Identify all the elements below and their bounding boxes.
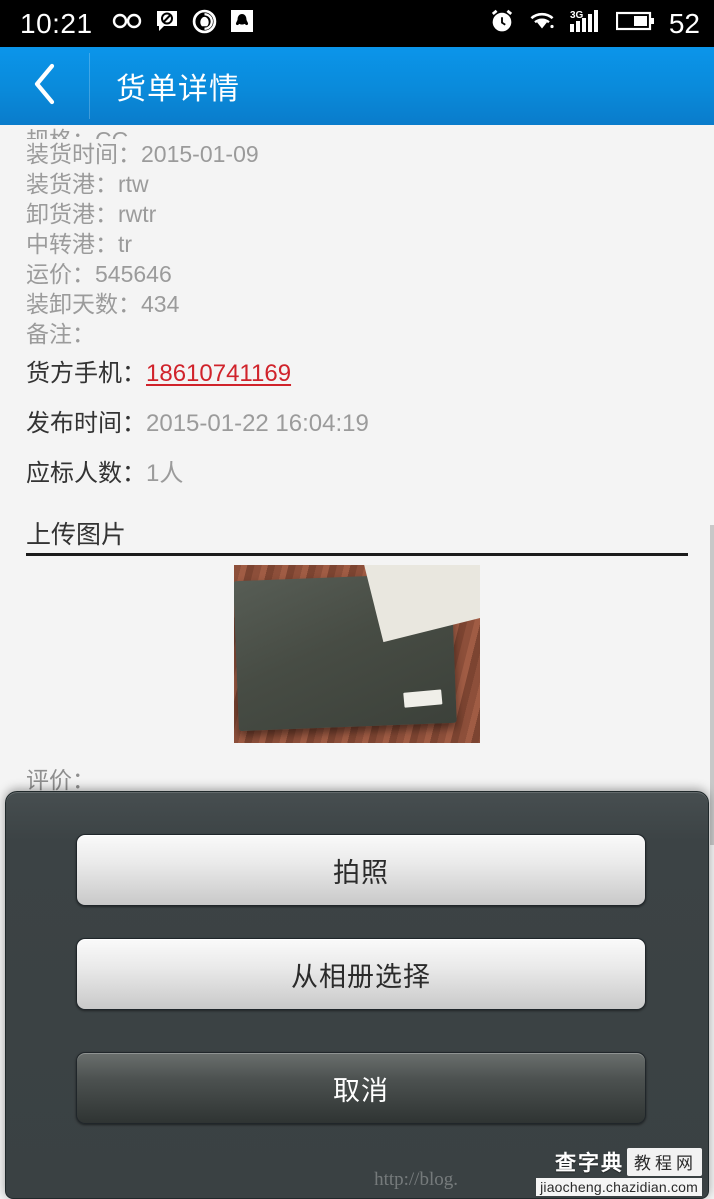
- app-bar: 货单详情: [0, 47, 714, 125]
- infinity-icon: [112, 10, 142, 37]
- detail-label: 运价：: [26, 261, 95, 287]
- wifi-icon: [528, 9, 556, 38]
- phone-number-link[interactable]: 18610741169: [146, 360, 291, 387]
- status-bar: 10:21 3G 52: [0, 0, 714, 47]
- detail-row: 装货时间：2015-01-09: [26, 139, 688, 169]
- svg-text:3G: 3G: [570, 10, 584, 21]
- battery-percent-label: 52: [668, 7, 700, 39]
- uploaded-photo-thumbnail[interactable]: [234, 565, 480, 743]
- status-bar-clock: 10:21: [20, 7, 93, 39]
- upload-section-title: 上传图片: [26, 515, 127, 556]
- detail-row: 中转港：tr: [26, 229, 688, 259]
- status-bar-system-icons: 3G 52: [489, 8, 700, 39]
- detail-row: 装卸天数：434: [26, 289, 688, 319]
- watermark-logo: 查字典 教程网: [555, 1147, 702, 1177]
- signal-3g-icon: 3G: [569, 8, 603, 39]
- uploaded-photo-container[interactable]: [0, 565, 714, 743]
- detail-label: 装卸天数：: [26, 291, 141, 317]
- detail-row: 备注：: [26, 319, 688, 349]
- detail-row: 卸货港：rwtr: [26, 199, 688, 229]
- choose-from-album-button[interactable]: 从相册选择: [76, 938, 646, 1010]
- detail-row: 装货港：rtw: [26, 169, 688, 199]
- rating-label: 评价：: [26, 767, 95, 793]
- detail-label: 中转港：: [26, 231, 118, 257]
- watermark: 查字典 教程网 jiaocheng.chazidian.com: [536, 1147, 702, 1196]
- laptop-label-sticker: [403, 689, 443, 708]
- detail-row-phone: 货方手机：18610741169: [26, 349, 688, 399]
- detail-value: 545646: [95, 261, 172, 287]
- watermark-blog-url: http://blog.: [374, 1169, 458, 1190]
- cancel-button[interactable]: 取消: [76, 1052, 646, 1124]
- detail-label: 规格：: [26, 127, 95, 139]
- detail-value: 2015-01-09: [141, 141, 259, 167]
- photo-source-dialog: 拍照 从相册选择 取消 http://blog. 查字典 教程网 jiaoche…: [5, 791, 709, 1199]
- detail-label: 发布时间：: [26, 410, 146, 437]
- detail-value: CC: [95, 127, 128, 139]
- detail-value: tr: [118, 231, 133, 257]
- detail-label: 卸货港：: [26, 201, 118, 227]
- status-bar-notification-icons: [112, 9, 254, 39]
- detail-row-bidder-count: 应标人数：1人: [26, 449, 688, 499]
- chevron-left-icon: [30, 62, 60, 111]
- detail-row-publish-time: 发布时间：2015-01-22 16:04:19: [26, 399, 688, 449]
- laptop-badge-sticker: [421, 582, 440, 601]
- detail-value: rtw: [118, 171, 149, 197]
- detail-label: 装货港：: [26, 171, 118, 197]
- detail-label: 装货时间：: [26, 141, 141, 167]
- alarm-icon: [489, 8, 515, 39]
- watermark-brand: 查字典: [555, 1152, 624, 1175]
- detail-field-list: 规格：CC 装货时间：2015-01-09 装货港：rtw 卸货港：rwtr 中…: [0, 125, 714, 499]
- detail-label: 货方手机：: [26, 360, 146, 387]
- battery-icon: [615, 9, 656, 38]
- detail-value: rwtr: [118, 201, 157, 227]
- detail-row-spec: 规格：CC: [26, 125, 688, 139]
- page-title: 货单详情: [116, 73, 240, 106]
- qq-icon: [230, 9, 254, 38]
- scrollbar[interactable]: [710, 525, 714, 845]
- laptop-photo-subject: [234, 572, 457, 732]
- take-photo-button[interactable]: 拍照: [76, 834, 646, 906]
- watermark-url: jiaocheng.chazidian.com: [536, 1178, 702, 1196]
- message-muted-icon: [155, 9, 179, 38]
- detail-value: 2015-01-22 16:04:19: [146, 410, 369, 437]
- back-button[interactable]: [0, 47, 90, 125]
- detail-label: 备注：: [26, 321, 95, 347]
- detail-label: 应标人数：: [26, 460, 146, 487]
- watermark-badge: 教程网: [627, 1148, 702, 1176]
- detail-value: 434: [141, 291, 180, 317]
- detail-row: 运价：545646: [26, 259, 688, 289]
- sync-icon: [192, 9, 217, 39]
- detail-value: 1人: [146, 460, 184, 487]
